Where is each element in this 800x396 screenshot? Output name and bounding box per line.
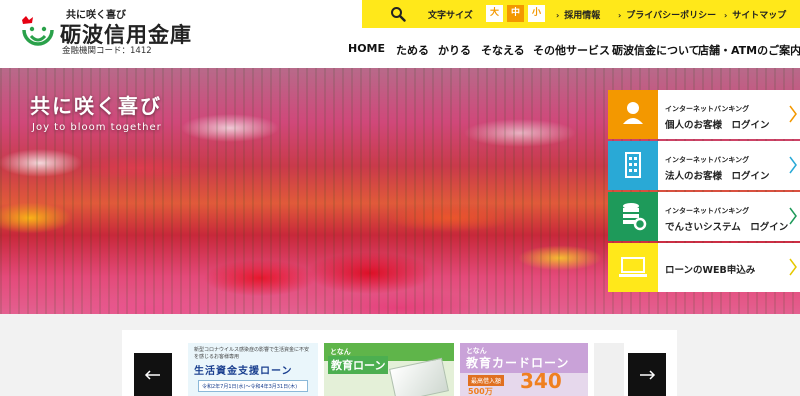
global-nav: HOME ためる かりる そなえる その他サービス 砺波信金について 店舗・AT…	[340, 40, 800, 60]
login-label: ローンのWEB申込み	[665, 265, 756, 276]
banner-note: 新型コロナウイルス感染症の影響で生活資金に不安を感じるお客様専用	[194, 347, 310, 360]
banner-education-loan[interactable]: となん 教育ローン	[324, 343, 454, 396]
banner-note: 最高借入額	[468, 375, 505, 386]
nav-borrow[interactable]: かりる	[438, 42, 471, 58]
corporate-login-button[interactable]: インターネットバンキング 法人のお客様 ログイン	[608, 141, 800, 190]
chevron-right-icon	[789, 156, 797, 174]
site-header: 共に咲く喜び 砺波信用金庫 金融機関コード：1412 文字サイズ 大 中 小 ›…	[0, 0, 800, 68]
chevron-right-icon	[789, 207, 797, 225]
nav-save[interactable]: ためる	[396, 42, 429, 58]
hero-title: 共に咲く喜び	[30, 94, 162, 118]
nav-prepare[interactable]: そなえる	[481, 42, 525, 58]
carousel-prev-button[interactable]	[134, 353, 172, 396]
font-size-small-button[interactable]: 小	[528, 5, 545, 22]
hero-subtitle: Joy to bloom together	[32, 122, 162, 133]
chevron-right-icon: ›	[618, 11, 622, 20]
nav-about[interactable]: 砺波信金について	[612, 42, 700, 58]
chevron-right-icon: ›	[724, 11, 728, 20]
sitemap-link[interactable]: › サイトマップ	[724, 8, 786, 21]
banner-rate: 340	[520, 369, 562, 393]
banner-education-card-loan[interactable]: となん 教育カードローン 最高借入額 340 500万	[460, 343, 588, 396]
search-icon[interactable]	[390, 6, 406, 22]
hero-image: 共に咲く喜び Joy to bloom together インターネットバンキン…	[0, 68, 800, 314]
privacy-policy-link[interactable]: › プライバシーポリシー	[618, 8, 716, 21]
building-icon	[608, 141, 658, 190]
privacy-policy-label: プライバシーポリシー	[626, 11, 717, 21]
banner-amount: 500万	[468, 387, 493, 396]
bank-code: 金融機関コード：1412	[62, 46, 152, 56]
arrow-right-icon	[640, 370, 656, 380]
font-size-medium-button[interactable]: 中	[507, 5, 524, 22]
arrow-left-icon	[144, 370, 160, 380]
banner-title: 生活資金支援ローン	[194, 366, 293, 377]
laptop-icon	[608, 243, 658, 292]
chevron-right-icon	[789, 105, 797, 123]
banner-title: 教育ローン	[328, 356, 389, 374]
loan-web-apply-button[interactable]: ローンのWEB申込み	[608, 243, 800, 292]
login-label: でんさいシステム ログイン	[665, 222, 789, 233]
logo-mark-icon	[22, 16, 54, 46]
logo[interactable]: 共に咲く喜び 砺波信用金庫 金融機関コード：1412	[18, 6, 198, 56]
sitemap-label: サイトマップ	[732, 11, 787, 21]
person-icon	[608, 90, 658, 139]
login-caption: インターネットバンキング	[665, 156, 750, 164]
personal-login-button[interactable]: インターネットバンキング 個人のお客様 ログイン	[608, 90, 800, 139]
login-panel: インターネットバンキング 個人のお客様 ログイン インターネットバンキング 法人…	[608, 90, 800, 292]
nav-home[interactable]: HOME	[348, 42, 385, 55]
chevron-right-icon: ›	[556, 11, 560, 20]
brochure-image	[389, 357, 449, 396]
recruit-link-label: 採用情報	[564, 11, 601, 21]
login-label: 個人のお客様 ログイン	[665, 120, 770, 131]
database-gear-icon	[608, 192, 658, 241]
utility-bar: 文字サイズ 大 中 小 › 採用情報 › プライバシーポリシー › サイトマップ	[362, 0, 800, 28]
banner-living-support-loan[interactable]: 新型コロナウイルス感染症の影響で生活資金に不安を感じるお客様専用 生活資金支援ロ…	[188, 343, 318, 396]
nav-other-services[interactable]: その他サービス	[533, 42, 610, 58]
recruit-link[interactable]: › 採用情報	[556, 8, 600, 21]
font-size-large-button[interactable]: 大	[486, 5, 503, 22]
carousel-next-button[interactable]	[628, 353, 666, 396]
login-caption: インターネットバンキング	[665, 207, 750, 215]
banner-partial[interactable]	[594, 343, 624, 396]
login-caption: インターネットバンキング	[665, 105, 750, 113]
font-size-label: 文字サイズ	[428, 11, 473, 21]
chevron-right-icon	[789, 258, 797, 276]
nav-branches-atm[interactable]: 店舗・ATMのご案内	[698, 42, 800, 58]
login-label: 法人のお客様 ログイン	[665, 171, 770, 182]
page: 共に咲く喜び 砺波信用金庫 金融機関コード：1412 文字サイズ 大 中 小 ›…	[0, 0, 800, 396]
densai-login-button[interactable]: インターネットバンキング でんさいシステム ログイン	[608, 192, 800, 241]
banner-period: 令和2年7月1日(水)〜令和4年3月31日(木)	[198, 380, 308, 392]
